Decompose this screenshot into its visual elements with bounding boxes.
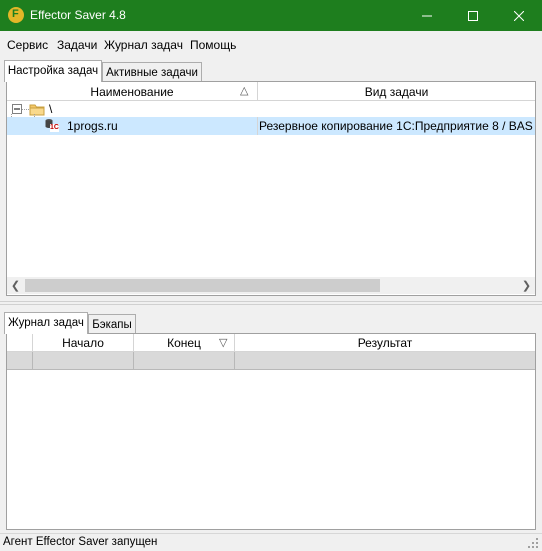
scroll-right-icon[interactable]: ❯ <box>518 277 535 294</box>
resize-grip-icon <box>528 538 538 548</box>
tab-task-journal[interactable]: Журнал задач <box>4 312 88 334</box>
menu-task-journal[interactable]: Журнал задач <box>104 38 183 52</box>
column-divider <box>257 117 258 135</box>
row-divider <box>133 352 134 370</box>
row-indicator-header <box>7 334 33 352</box>
tab-task-settings[interactable]: Настройка задач <box>4 60 102 82</box>
window-title: Effector Saver 4.8 <box>30 8 126 22</box>
panel-splitter[interactable] <box>0 301 542 305</box>
tab-backups[interactable]: Бэкапы <box>88 314 136 334</box>
maximize-button[interactable] <box>450 0 496 31</box>
minimize-icon <box>422 15 432 16</box>
column-result-header[interactable]: Результат <box>235 334 535 352</box>
column-type-header[interactable]: Вид задачи <box>258 82 535 101</box>
row-divider <box>234 352 235 370</box>
task-name: 1progs.ru <box>67 119 118 133</box>
1c-database-icon: 1C <box>44 118 59 133</box>
close-button[interactable] <box>496 0 542 31</box>
log-empty-row[interactable] <box>7 352 535 370</box>
minimize-button[interactable] <box>404 0 450 31</box>
tree-root-row[interactable]: \ <box>7 101 535 117</box>
task-row-1progs[interactable]: 1C 1progs.ru Резервное копирование 1С:Пр… <box>7 117 535 135</box>
column-name-header[interactable]: Наименование <box>7 82 258 101</box>
column-start-header[interactable]: Начало <box>33 334 134 352</box>
menu-service[interactable]: Сервис <box>7 38 48 52</box>
tab-active-tasks[interactable]: Активные задачи <box>102 62 202 82</box>
scroll-left-icon[interactable]: ❮ <box>7 277 24 294</box>
status-text: Агент Effector Saver запущен <box>3 536 158 548</box>
close-icon <box>514 10 524 21</box>
collapse-icon <box>12 104 22 114</box>
row-divider <box>32 352 33 370</box>
app-logo-icon: F <box>8 7 24 23</box>
scroll-thumb[interactable] <box>25 279 380 292</box>
sort-arrow-icon: △ <box>240 85 249 97</box>
menu-help[interactable]: Помощь <box>190 38 236 52</box>
menu-tasks[interactable]: Задачи <box>57 38 97 52</box>
tree-root-label: \ <box>49 102 53 116</box>
task-type: Резервное копирование 1С:Предприятие 8 /… <box>259 119 533 133</box>
filter-icon[interactable]: ▽ <box>219 336 227 349</box>
maximize-icon <box>468 10 478 21</box>
